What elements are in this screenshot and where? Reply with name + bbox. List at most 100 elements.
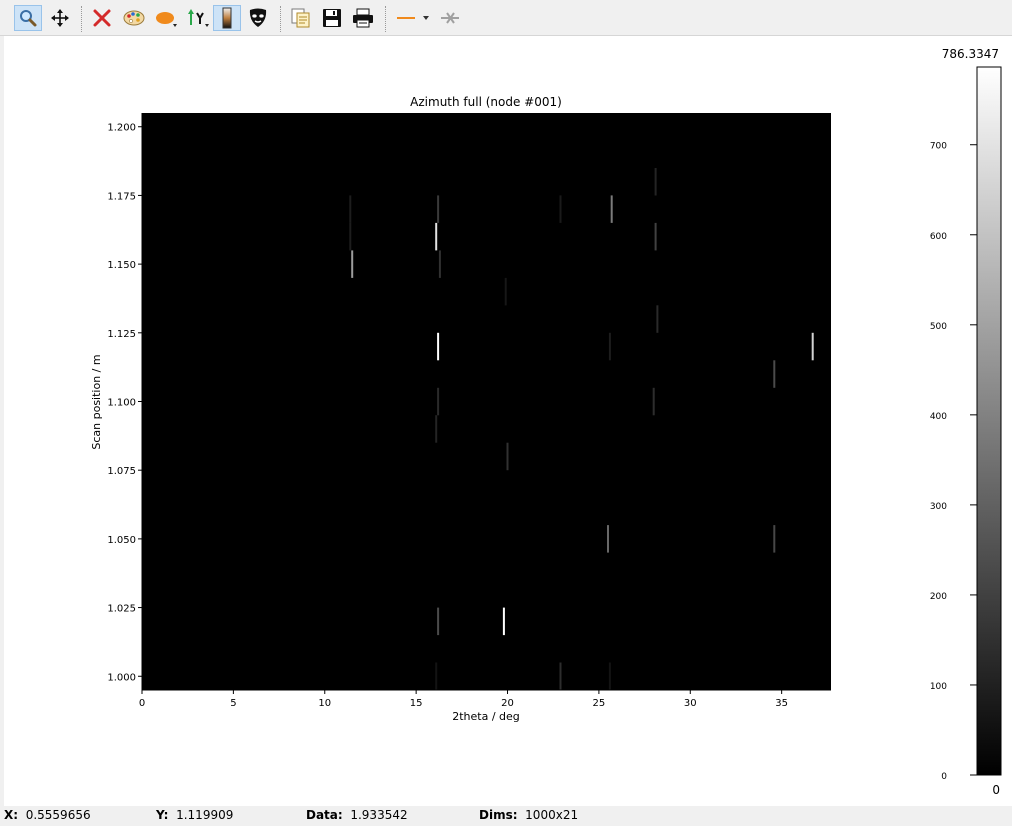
reset-zoom-button[interactable] — [88, 5, 116, 31]
plot-canvas[interactable]: Azimuth full (node #001) 0 5 10 15 20 25 30 35 … — [4, 36, 1012, 806]
pan-mode-button[interactable] — [46, 5, 74, 31]
heatmap-peak — [559, 195, 562, 223]
status-bar: X: 0.5559656 Y: 1.119909 Data: 1.933542 … — [0, 806, 1012, 826]
y-tick-label: 1.050 — [107, 535, 136, 546]
y-tick-label: 1.175 — [107, 191, 136, 202]
copy-icon — [291, 8, 310, 28]
profile-line-button[interactable] — [394, 5, 434, 31]
heatmap-peak — [437, 387, 440, 416]
x-tick-label: 25 — [593, 698, 606, 709]
heatmap-peak — [608, 662, 611, 690]
y-tick-label: 1.200 — [107, 123, 136, 134]
status-y: Y: 1.119909 — [156, 808, 234, 822]
red-x-icon — [93, 9, 111, 27]
colorbar-tick-label: 200 — [930, 592, 947, 602]
heatmap-peak — [502, 607, 505, 636]
colorbar-tick-label: 300 — [930, 502, 947, 512]
heatmap-image[interactable] — [142, 113, 831, 690]
colorbar-ticks: 700 600 500 400 300 200 100 0 — [930, 142, 977, 782]
heatmap-peak — [654, 168, 657, 196]
palette-icon — [123, 10, 145, 26]
x-tick-label: 35 — [775, 698, 788, 709]
magnifier-icon — [20, 10, 37, 27]
copy-button[interactable] — [287, 5, 315, 31]
plot-area: Azimuth full (node #001) 0 5 10 15 20 25 30 35 … — [4, 36, 1012, 806]
x-tick-label: 0 — [139, 698, 145, 709]
mask-icon — [249, 8, 267, 27]
colorbar-min-label: 0 — [992, 783, 1000, 797]
status-dims-value: 1000x21 — [525, 808, 579, 822]
colorbar-max-label: 786.3347 — [942, 47, 999, 61]
y-tick-label: 1.100 — [107, 398, 136, 409]
x-tick-label: 15 — [410, 698, 423, 709]
heatmap-peak — [656, 305, 659, 333]
x-tick-label: 10 — [318, 698, 331, 709]
y-axis-orientation-button[interactable] — [184, 5, 212, 31]
y-axis-icon — [188, 9, 209, 27]
heatmap-peak — [435, 222, 438, 251]
colorbar-tick-label: 700 — [930, 142, 947, 152]
y-axis: 1.000 1.025 1.050 1.075 1.100 1.125 1.150 1.175… — [107, 113, 143, 690]
pan-arrows-icon — [51, 9, 69, 27]
toolbar — [0, 0, 1012, 36]
colorbar-tick-label: 600 — [930, 232, 947, 242]
status-dims: Dims: 1000x21 — [479, 808, 579, 822]
colorbar-icon — [222, 7, 232, 29]
heatmap-peak — [349, 222, 352, 251]
colorbar-tick-label: 400 — [930, 412, 947, 422]
floppy-icon — [323, 9, 341, 27]
save-button[interactable] — [318, 5, 346, 31]
heatmap-peak — [654, 222, 657, 251]
clear-profile-icon — [441, 12, 459, 24]
clear-profile-button[interactable] — [436, 5, 464, 31]
status-data: Data: 1.933542 — [306, 808, 408, 822]
y-tick-label: 1.150 — [107, 260, 136, 271]
colorbar-tick-label: 100 — [930, 682, 947, 692]
heatmap-peak — [437, 195, 440, 223]
zoom-mode-button[interactable] — [14, 5, 42, 31]
status-x: X: 0.5559656 — [4, 808, 91, 822]
mask-tool-button[interactable] — [244, 5, 272, 31]
heatmap-peak — [349, 195, 352, 223]
ellipse-icon — [156, 12, 177, 27]
x-tick-label: 5 — [230, 698, 236, 709]
heatmap-peak — [773, 360, 776, 388]
x-tick-label: 20 — [501, 698, 514, 709]
x-axis-label: 2theta / deg — [452, 710, 520, 723]
y-axis-label: Scan position / m — [90, 354, 103, 449]
colormap-button[interactable] — [120, 5, 148, 31]
heatmap-peak — [437, 332, 440, 361]
heatmap-peak — [437, 607, 440, 636]
heatmap-peak — [435, 662, 438, 690]
toolbar-separator — [385, 6, 387, 32]
heatmap-peak — [652, 387, 655, 416]
heatmap-peak — [435, 415, 438, 443]
colorbar-tick-label: 500 — [930, 322, 947, 332]
heatmap-peak — [506, 442, 509, 471]
y-tick-label: 1.075 — [107, 466, 136, 477]
colorbar-tick-label: 0 — [941, 772, 947, 782]
orange-line-icon — [397, 16, 429, 20]
heatmap-peak — [811, 332, 814, 361]
colorbar[interactable] — [976, 66, 1002, 776]
status-x-value: 0.5559656 — [25, 808, 91, 822]
heatmap-peak — [607, 525, 609, 553]
x-tick-label: 30 — [684, 698, 697, 709]
toolbar-separator — [280, 6, 282, 32]
heatmap-peak — [438, 250, 441, 278]
status-data-value: 1.933542 — [350, 808, 408, 822]
chart-title: Azimuth full (node #001) — [410, 95, 562, 109]
colorbar-toggle-button[interactable] — [213, 5, 241, 31]
heatmap-peak — [608, 332, 611, 361]
print-button[interactable] — [349, 5, 377, 31]
heatmap-peak — [559, 662, 562, 690]
heatmap-peak — [504, 277, 507, 306]
toolbar-separator — [81, 6, 83, 32]
printer-icon — [353, 8, 373, 28]
aspect-ratio-button[interactable] — [152, 5, 180, 31]
heatmap-peak — [351, 250, 354, 278]
heatmap-peak — [773, 525, 776, 553]
status-y-value: 1.119909 — [176, 808, 234, 822]
y-tick-label: 1.000 — [107, 672, 136, 683]
y-tick-label: 1.125 — [107, 329, 136, 340]
